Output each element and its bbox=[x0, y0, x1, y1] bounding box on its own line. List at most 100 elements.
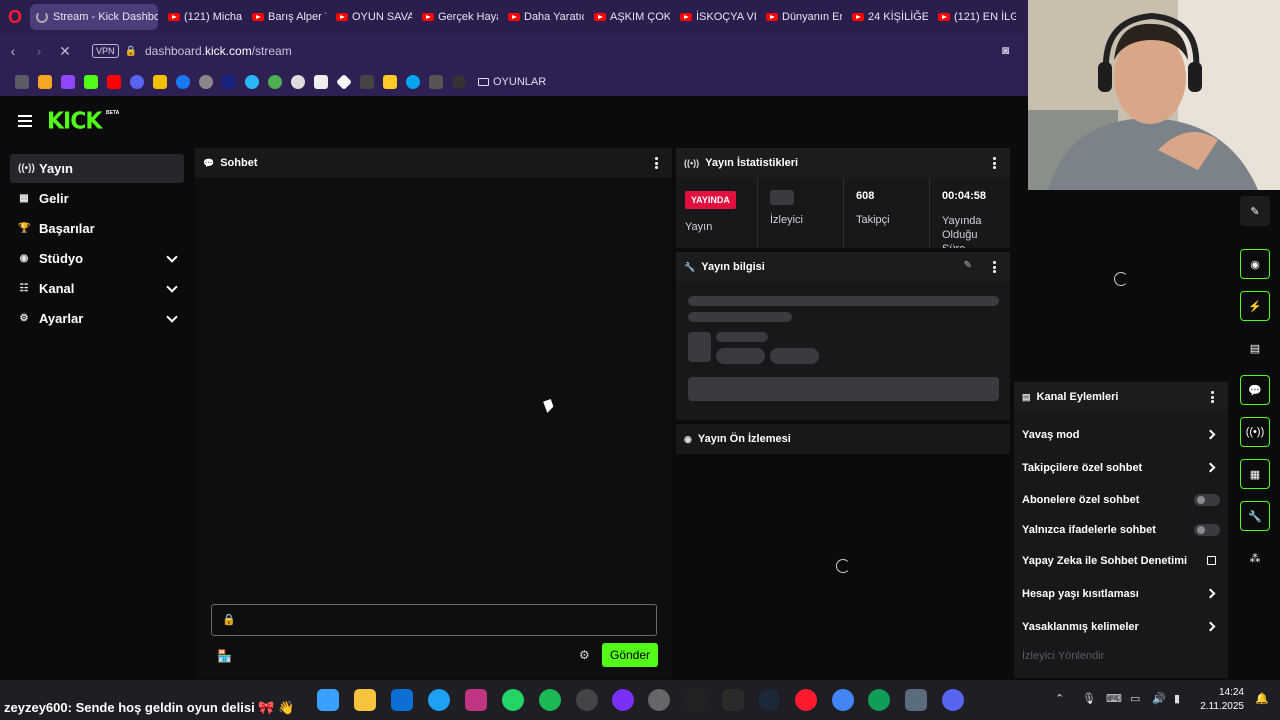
browser-tab[interactable]: AŞKIM ÇOK P bbox=[588, 4, 670, 30]
browser-tab[interactable]: Dünyanın En bbox=[760, 4, 842, 30]
file-explorer-icon[interactable] bbox=[354, 689, 376, 711]
kick-icon[interactable] bbox=[83, 75, 98, 89]
bookmark-icon[interactable] bbox=[290, 75, 305, 89]
sidebar-item-ayarlar[interactable]: ⚙ Ayarlar bbox=[10, 304, 184, 333]
windows-start-icon[interactable] bbox=[317, 689, 339, 711]
edit-icon[interactable]: ✎ bbox=[1240, 196, 1270, 226]
stats-menu-icon[interactable] bbox=[993, 157, 996, 169]
bookmark-icon[interactable] bbox=[359, 75, 374, 89]
sidebar-item-studyo[interactable]: ◉ Stüdyo bbox=[10, 244, 184, 273]
toggle-switch[interactable] bbox=[1194, 494, 1220, 506]
browser-tab[interactable]: Daha Yaratıcı bbox=[502, 4, 584, 30]
camera-icon[interactable]: ◙ bbox=[1002, 43, 1009, 57]
chat-input[interactable]: 🔒 bbox=[211, 604, 657, 636]
edge-icon[interactable] bbox=[868, 689, 890, 711]
app-icon[interactable] bbox=[648, 689, 670, 711]
studio-icon[interactable]: ◉ bbox=[1240, 249, 1270, 279]
twitch-icon[interactable] bbox=[60, 75, 75, 89]
bookmark-icon[interactable] bbox=[335, 74, 352, 90]
spotify-icon[interactable] bbox=[539, 689, 561, 711]
steam-icon[interactable] bbox=[758, 689, 780, 711]
menu-icon[interactable] bbox=[18, 115, 32, 127]
stop-loading-icon[interactable]: ✕ bbox=[52, 43, 78, 60]
bookmark-icon[interactable] bbox=[382, 75, 397, 89]
battery-icon[interactable]: ▮ bbox=[1174, 692, 1180, 705]
send-button[interactable]: Gönder bbox=[602, 643, 658, 667]
sidebar-item-basarilar[interactable]: 🏆 Başarılar bbox=[10, 214, 184, 243]
sidebar-item-yayin[interactable]: ((•)) Yayın bbox=[10, 154, 184, 183]
lock-icon[interactable]: 🔒 bbox=[125, 46, 137, 57]
opera-icon[interactable] bbox=[795, 689, 817, 711]
browser-tab[interactable]: Gerçek Hayat bbox=[416, 4, 498, 30]
back-icon[interactable]: ‹ bbox=[0, 43, 26, 59]
bookmark-icon[interactable] bbox=[14, 75, 29, 89]
action-redirect-viewers[interactable]: İzleyici Yönlendir bbox=[1022, 641, 1220, 671]
action-followers-only[interactable]: Takipçilere özel sohbet bbox=[1022, 453, 1220, 483]
opera-logo-icon[interactable]: O bbox=[0, 0, 30, 34]
action-slow-mode[interactable]: Yavaş mod bbox=[1022, 420, 1220, 450]
twitter-icon[interactable] bbox=[428, 689, 450, 711]
bookmark-icon[interactable] bbox=[267, 75, 282, 89]
youtube-icon[interactable] bbox=[106, 75, 121, 89]
bookmark-icon[interactable] bbox=[244, 75, 259, 89]
store-icon[interactable]: 🏪 bbox=[217, 649, 232, 663]
app-icon[interactable] bbox=[612, 689, 634, 711]
browser-tab[interactable]: OYUN SAVAŞ bbox=[330, 4, 412, 30]
info-menu-icon[interactable] bbox=[993, 261, 996, 273]
discord-icon[interactable] bbox=[129, 75, 144, 89]
vpn-badge[interactable]: VPN bbox=[92, 44, 119, 58]
microphone-icon[interactable]: 🎙 bbox=[1082, 692, 1096, 705]
action-ai-moderation[interactable]: Yapay Zeka ile Sohbet Denetimi bbox=[1022, 546, 1220, 576]
discord-icon[interactable] bbox=[942, 689, 964, 711]
chat-menu-icon[interactable] bbox=[655, 157, 658, 169]
app-icon[interactable] bbox=[576, 689, 598, 711]
volume-icon[interactable]: 🔊 bbox=[1152, 692, 1166, 705]
tab-kick-dashboard[interactable]: Stream - Kick Dashboa bbox=[30, 4, 158, 30]
chat-settings-icon[interactable]: ⚙ bbox=[579, 648, 590, 662]
browser-tab[interactable]: (121) Michael bbox=[162, 4, 242, 30]
action-subscribers-only[interactable]: Abonelere özel sohbet bbox=[1022, 485, 1220, 515]
instagram-icon[interactable] bbox=[465, 689, 487, 711]
toggle-switch[interactable] bbox=[1194, 524, 1220, 536]
taskbar-clock[interactable]: 14:24 2.11.2025 bbox=[1198, 686, 1244, 714]
sidebar-item-gelir[interactable]: ▦ Gelir bbox=[10, 184, 184, 213]
chat-icon[interactable]: 💬 bbox=[1240, 375, 1270, 405]
app-icon[interactable] bbox=[685, 689, 707, 711]
bookmark-icon[interactable] bbox=[152, 75, 167, 89]
chevron-up-icon[interactable]: ⌃ bbox=[1055, 692, 1064, 705]
whatsapp-icon[interactable] bbox=[502, 689, 524, 711]
wrench-icon[interactable]: 🔧 bbox=[1240, 501, 1270, 531]
outlook-icon[interactable] bbox=[391, 689, 413, 711]
action-banned-words[interactable]: Yasaklanmış kelimeler bbox=[1022, 612, 1220, 642]
edit-icon[interactable]: ✎ bbox=[964, 260, 972, 271]
browser-tab[interactable]: 24 KİŞİLİĞE S bbox=[846, 4, 928, 30]
action-account-age[interactable]: Hesap yaşı kısıtlaması bbox=[1022, 579, 1220, 609]
bookmark-icon[interactable] bbox=[405, 75, 420, 89]
bookmark-icon[interactable] bbox=[428, 75, 443, 89]
kick-logo[interactable]: KICK bbox=[47, 108, 102, 134]
forward-icon[interactable]: › bbox=[26, 43, 52, 59]
facebook-icon[interactable] bbox=[175, 75, 190, 89]
keyboard-icon[interactable]: ⌨ bbox=[1106, 692, 1122, 705]
browser-tab[interactable]: İSKOÇYA VLO bbox=[674, 4, 756, 30]
notification-icon[interactable]: 🔔 bbox=[1255, 692, 1269, 705]
browser-tab[interactable]: (121) EN İLGİ bbox=[932, 4, 1016, 30]
bookmark-icon[interactable] bbox=[198, 75, 213, 89]
actions-menu-icon[interactable] bbox=[1211, 391, 1214, 403]
network-icon[interactable]: ▭ bbox=[1130, 692, 1140, 705]
app-icon[interactable] bbox=[905, 689, 927, 711]
action-emotes-only[interactable]: Yalnızca ifadelerle sohbet bbox=[1022, 515, 1220, 545]
sidebar-item-kanal[interactable]: ☷ Kanal bbox=[10, 274, 184, 303]
chrome-icon[interactable] bbox=[832, 689, 854, 711]
bookmark-icon[interactable] bbox=[221, 75, 236, 89]
epic-games-icon[interactable] bbox=[722, 689, 744, 711]
shapes-icon[interactable]: ⁂ bbox=[1240, 543, 1270, 573]
bookmark-folder-oyunlar[interactable]: OYUNLAR bbox=[478, 76, 546, 88]
url-field[interactable]: dashboard.kick.com/stream bbox=[145, 44, 292, 58]
bookmark-icon[interactable] bbox=[37, 75, 52, 89]
lightning-icon[interactable]: ⚡ bbox=[1240, 291, 1270, 321]
browser-tab[interactable]: Barış Alper Yı bbox=[246, 4, 326, 30]
layout-icon[interactable]: ▦ bbox=[1240, 459, 1270, 489]
document-icon[interactable] bbox=[313, 75, 328, 89]
notes-icon[interactable]: ▤ bbox=[1240, 333, 1270, 363]
